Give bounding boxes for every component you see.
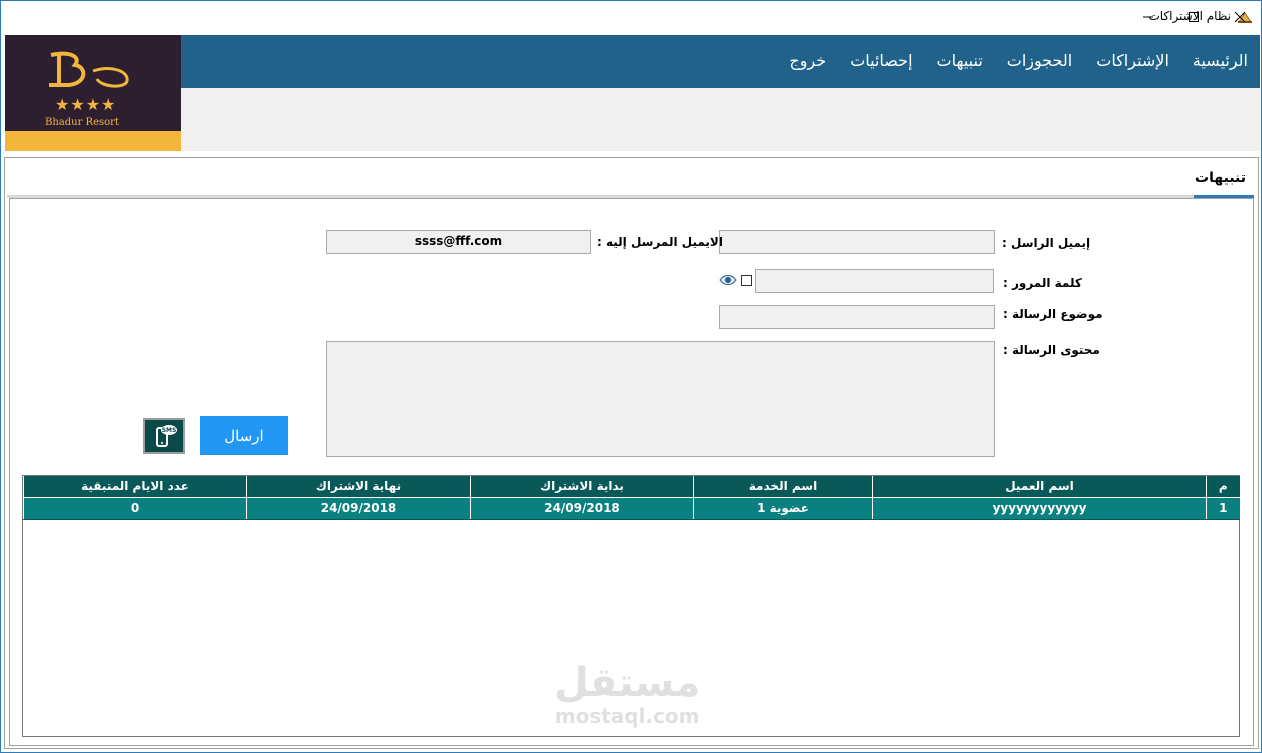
table-row[interactable]: 1 yyyyyyyyyyyy عضوية 1 24/09/2018 24/09/… (23, 497, 1240, 520)
cell-start[interactable]: 24/09/2018 (470, 497, 694, 520)
sender-email-label: إيميل الراسل : (1002, 236, 1091, 250)
maximize-icon (1189, 12, 1199, 22)
minimize-icon (1143, 16, 1153, 18)
sms-label: SMS (162, 427, 177, 434)
resort-logo: ★★★★ Bhadur Resort (5, 35, 181, 151)
content-field[interactable] (326, 341, 995, 457)
subject-label: موضوع الرسالة : (1003, 307, 1103, 321)
minimize-button[interactable] (1125, 1, 1171, 33)
column-header-service[interactable]: اسم الخدمة (693, 476, 873, 498)
eye-icon (719, 275, 737, 285)
title-bar: نظام الاشتراكات (1, 1, 1261, 33)
watermark-arabic: مستقل (554, 660, 701, 706)
close-icon (1235, 12, 1245, 22)
sms-button[interactable]: SMS (143, 418, 185, 454)
menu-item-alerts[interactable]: تنبيهات (937, 51, 983, 70)
password-field[interactable] (755, 269, 994, 293)
recipient-email-field[interactable]: ssss@fff.com (326, 230, 591, 254)
menu-item-subscriptions[interactable]: الإشتراكات (1096, 51, 1169, 70)
password-label: كلمة المرور : (1003, 276, 1082, 290)
app-window: نظام الاشتراكات ★★★★ Bhadur Resort الرئي… (0, 0, 1262, 753)
column-header-client[interactable]: اسم العميل (872, 476, 1207, 498)
column-header-start[interactable]: بداية الاشتراك (470, 476, 694, 498)
logo-stripe (5, 135, 181, 151)
cell-end[interactable]: 24/09/2018 (246, 497, 471, 520)
menu-item-bookings[interactable]: الحجوزات (1007, 51, 1072, 70)
watermark-latin: mostaql.com (554, 704, 700, 728)
watermark: مستقل mostaql.com (554, 661, 700, 727)
header-spacer (181, 88, 1260, 151)
content-label: محتوى الرسالة : (1003, 343, 1100, 357)
sender-email-field[interactable] (719, 230, 995, 254)
show-password-checkbox[interactable] (741, 275, 752, 286)
column-header-index[interactable]: م (1206, 476, 1240, 498)
maximize-button[interactable] (1171, 1, 1217, 33)
column-header-remaining[interactable]: عدد الايام المتبقية (23, 476, 247, 498)
cell-service[interactable]: عضوية 1 (693, 497, 873, 520)
rating-stars: ★★★★ (55, 95, 117, 114)
brand-name: Bhadur Resort (45, 117, 119, 128)
recipient-email-label: الايميل المرسل إليه : (597, 235, 723, 249)
menu-item-statistics[interactable]: إحصائيات (850, 51, 912, 70)
sms-phone-icon: SMS (156, 425, 177, 447)
table-header-row: م اسم العميل اسم الخدمة بداية الاشتراك ن… (23, 476, 1240, 498)
menu-item-exit[interactable]: خروج (789, 51, 826, 70)
close-button[interactable] (1217, 1, 1262, 33)
subject-field[interactable] (719, 305, 995, 329)
main-menu: الرئيسية الإشتراكات الحجوزات تنبيهات إحص… (181, 35, 1260, 88)
cell-index[interactable]: 1 (1206, 497, 1240, 520)
send-button[interactable]: ارسال (200, 416, 288, 455)
menu-item-home[interactable]: الرئيسية (1193, 51, 1248, 70)
column-header-end[interactable]: نهاية الاشتراك (246, 476, 471, 498)
cell-remaining[interactable]: 0 (23, 497, 247, 520)
tab-alerts[interactable]: تنبيهات (1189, 170, 1252, 190)
cell-client[interactable]: yyyyyyyyyyyy (872, 497, 1207, 520)
subscriptions-table: م اسم العميل اسم الخدمة بداية الاشتراك ن… (23, 476, 1240, 520)
brand-monogram-icon (49, 51, 129, 88)
